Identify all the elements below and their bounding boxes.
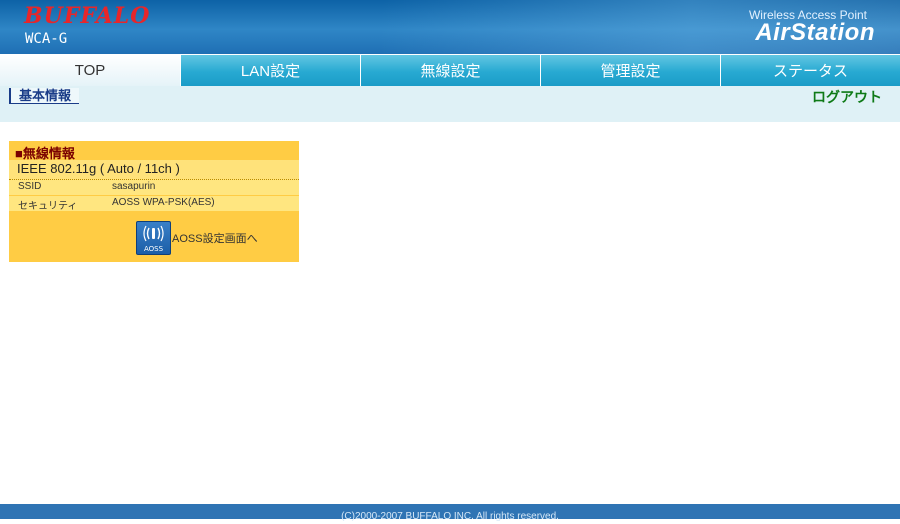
ssid-label: SSID	[18, 181, 42, 192]
aoss-icon-label: AOSS	[143, 245, 164, 253]
wireless-mode: IEEE 802.11g ( Auto / 11ch )	[17, 161, 180, 176]
subtab-basic-info[interactable]: 基本情報	[9, 88, 80, 104]
wireless-mode-row: IEEE 802.11g ( Auto / 11ch )	[9, 160, 299, 180]
wireless-info-panel: ■無線情報 IEEE 802.11g ( Auto / 11ch ) SSID …	[9, 141, 299, 262]
aoss-wave-icon	[143, 225, 164, 242]
copyright-text: (C)2000-2007 BUFFALO INC. All rights res…	[341, 511, 559, 522]
aoss-button[interactable]: AOSS	[136, 221, 171, 255]
info-row-security: セキュリティ AOSS WPA-PSK(AES)	[9, 196, 299, 212]
aoss-settings-link[interactable]: AOSS設定画面へ	[172, 230, 258, 246]
tab-status[interactable]: ステータス	[721, 55, 900, 86]
security-label: セキュリティ	[18, 201, 78, 212]
ssid-value: sasapurin	[112, 181, 156, 192]
header-banner: BUFFALO WCA-G Wireless Access Point AirS…	[0, 0, 900, 54]
model-name: WCA-G	[25, 31, 68, 47]
brand-logo: BUFFALO	[24, 3, 151, 29]
footer-bar: (C)2000-2007 BUFFALO INC. All rights res…	[0, 504, 900, 522]
product-logo: AirStation	[755, 19, 875, 46]
security-value: AOSS WPA-PSK(AES)	[112, 197, 215, 208]
tab-wireless-settings[interactable]: 無線設定	[361, 55, 541, 86]
main-tabs: TOP LAN設定 無線設定 管理設定 ステータス	[0, 54, 900, 86]
tab-admin-settings[interactable]: 管理設定	[541, 55, 721, 86]
logout-link[interactable]: ログアウト	[812, 87, 882, 107]
tab-lan-settings[interactable]: LAN設定	[181, 55, 361, 86]
sub-navigation: 基本情報 ログアウト	[0, 86, 900, 122]
info-row-ssid: SSID sasapurin	[9, 180, 299, 195]
tab-top[interactable]: TOP	[0, 55, 181, 86]
